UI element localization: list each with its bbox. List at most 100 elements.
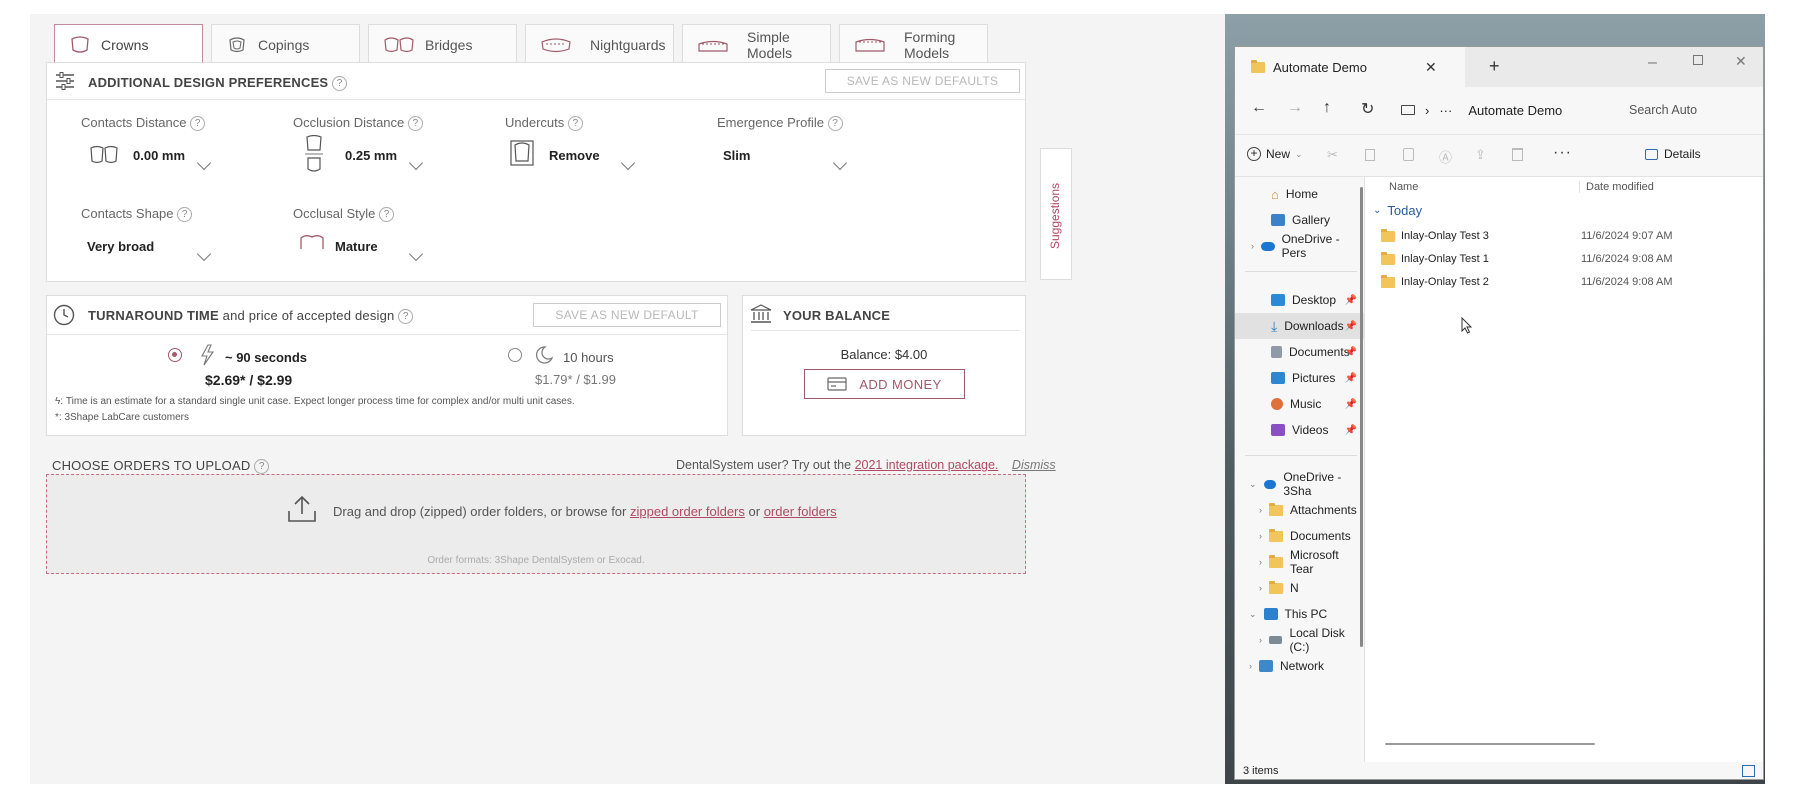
nav-desktop[interactable]: Desktop 📌 bbox=[1235, 287, 1365, 313]
contacts-distance-value[interactable]: 0.00 mm bbox=[133, 148, 185, 163]
suggestions-tab[interactable]: Suggestions bbox=[1040, 148, 1072, 280]
file-row[interactable]: Inlay-Onlay Test 2 11/6/2024 9:08 AM bbox=[1365, 271, 1763, 293]
tab-bridges[interactable]: Bridges bbox=[368, 24, 517, 64]
chevron-right-icon: › bbox=[1259, 505, 1262, 515]
info-icon[interactable]: ? bbox=[827, 116, 843, 132]
refresh-icon[interactable]: ↻ bbox=[1361, 99, 1374, 119]
close-window-icon[interactable]: ✕ bbox=[1735, 53, 1747, 70]
cut-icon[interactable]: ✂ bbox=[1327, 147, 1338, 163]
integration-link[interactable]: 2021 integration package. bbox=[855, 458, 999, 472]
pin-icon[interactable]: 📌 bbox=[1345, 321, 1357, 332]
tab-simple-models[interactable]: Simple Models bbox=[682, 24, 831, 64]
maximize-icon[interactable] bbox=[1693, 55, 1703, 65]
chevron-down-icon[interactable] bbox=[196, 246, 212, 262]
save-default-button[interactable]: SAVE AS NEW DEFAULT bbox=[533, 303, 721, 327]
info-icon[interactable]: ? bbox=[190, 116, 206, 132]
up-arrow-icon[interactable]: ↑ bbox=[1323, 99, 1331, 117]
file-date: 11/6/2024 9:08 AM bbox=[1581, 276, 1673, 288]
details-button[interactable]: Details bbox=[1645, 147, 1701, 161]
info-icon[interactable]: ? bbox=[379, 207, 394, 223]
ellipsis-icon[interactable]: ··· bbox=[1439, 103, 1452, 118]
copy-icon[interactable] bbox=[1365, 149, 1375, 161]
explorer-tab[interactable]: Automate Demo ✕ bbox=[1235, 47, 1465, 87]
breadcrumb[interactable]: › ··· Automate Demo bbox=[1395, 95, 1607, 125]
delete-icon[interactable] bbox=[1512, 148, 1523, 161]
pin-icon[interactable]: 📌 bbox=[1345, 347, 1357, 358]
pin-icon[interactable]: 📌 bbox=[1345, 373, 1357, 384]
nav-onedrive-personal[interactable]: › OneDrive - Pers bbox=[1235, 232, 1365, 260]
tab-label: Copings bbox=[258, 36, 310, 53]
details-view-icon[interactable] bbox=[1742, 765, 1755, 777]
forward-arrow-icon[interactable]: → bbox=[1287, 99, 1303, 117]
pin-icon[interactable]: 📌 bbox=[1345, 399, 1357, 410]
chevron-down-icon[interactable] bbox=[408, 246, 424, 262]
nav-n[interactable]: › N bbox=[1235, 575, 1365, 601]
new-tab-icon[interactable]: + bbox=[1489, 56, 1500, 77]
file-row[interactable]: Inlay-Onlay Test 1 11/6/2024 9:08 AM bbox=[1365, 248, 1763, 270]
folder-icon bbox=[1381, 274, 1395, 288]
contacts-shape-value[interactable]: Very broad bbox=[87, 239, 154, 254]
zipped-folders-link[interactable]: zipped order folders bbox=[630, 504, 745, 519]
chevron-down-icon[interactable] bbox=[196, 155, 212, 171]
tab-nightguards[interactable]: Nightguards bbox=[525, 24, 674, 64]
nav-pictures[interactable]: Pictures 📌 bbox=[1235, 365, 1365, 391]
nav-gallery[interactable]: Gallery bbox=[1235, 207, 1365, 233]
nav-network[interactable]: › Network bbox=[1235, 653, 1365, 679]
nav-attachments[interactable]: › Attachments bbox=[1235, 497, 1365, 523]
nav-scrollbar[interactable] bbox=[1360, 187, 1363, 647]
search-input[interactable]: Search Auto bbox=[1617, 95, 1763, 125]
nav-this-pc[interactable]: ⌄ This PC bbox=[1235, 601, 1365, 627]
rename-icon[interactable]: Ⓐ bbox=[1439, 147, 1452, 166]
column-header-date[interactable]: Date modified bbox=[1579, 181, 1759, 193]
nav-microsoft-teams[interactable]: › Microsoft Tear bbox=[1235, 548, 1365, 576]
tab-crowns[interactable]: Crowns bbox=[54, 24, 203, 64]
nav-downloads[interactable]: ⤓ Downloads 📌 bbox=[1235, 313, 1365, 339]
column-header-name[interactable]: Name bbox=[1389, 181, 1418, 193]
file-row[interactable]: Inlay-Onlay Test 3 11/6/2024 9:07 AM bbox=[1365, 225, 1763, 247]
chevron-down-icon[interactable] bbox=[832, 155, 848, 171]
dismiss-link[interactable]: Dismiss bbox=[1012, 458, 1056, 472]
add-money-button[interactable]: ADD MONEY bbox=[804, 369, 965, 399]
info-icon[interactable]: ? bbox=[567, 116, 583, 132]
nav-onedrive-3sha[interactable]: ⌄ OneDrive - 3Sha bbox=[1235, 470, 1365, 498]
group-header-today[interactable]: ⌄ Today bbox=[1373, 203, 1422, 218]
close-tab-icon[interactable]: ✕ bbox=[1425, 59, 1437, 76]
nav-local-disk[interactable]: › Local Disk (C:) bbox=[1235, 626, 1365, 654]
info-icon[interactable]: ? bbox=[398, 309, 414, 325]
nav-videos[interactable]: Videos 📌 bbox=[1235, 417, 1365, 443]
horizontal-scrollbar[interactable] bbox=[1385, 743, 1595, 745]
occlusion-distance-value[interactable]: 0.25 mm bbox=[345, 148, 397, 163]
chevron-down-icon[interactable] bbox=[408, 155, 424, 171]
occlusal-style-value[interactable]: Mature bbox=[335, 239, 378, 254]
nav-documents[interactable]: Documents 📌 bbox=[1235, 339, 1365, 365]
tab-copings[interactable]: Copings bbox=[211, 24, 360, 64]
chevron-down-icon[interactable] bbox=[620, 155, 636, 171]
share-icon[interactable]: ⇪ bbox=[1475, 147, 1486, 163]
undercuts-value[interactable]: Remove bbox=[549, 148, 600, 163]
breadcrumb-current[interactable]: Automate Demo bbox=[1468, 103, 1562, 118]
save-defaults-button[interactable]: SAVE AS NEW DEFAULTS bbox=[825, 69, 1020, 93]
minimize-icon[interactable]: – bbox=[1648, 54, 1657, 72]
more-options-icon[interactable]: ··· bbox=[1553, 144, 1572, 162]
info-icon[interactable]: ? bbox=[407, 116, 423, 132]
turnaround-title: TURNAROUND TIME and price of accepted de… bbox=[88, 308, 414, 325]
order-folders-link[interactable]: order folders bbox=[764, 504, 837, 519]
nav-music[interactable]: Music 📌 bbox=[1235, 391, 1365, 417]
info-icon[interactable]: ? bbox=[177, 207, 193, 223]
radio-slow[interactable] bbox=[508, 348, 522, 362]
upload-dropzone[interactable]: Drag and drop (zipped) order folders, or… bbox=[46, 474, 1026, 574]
tab-forming-models[interactable]: Forming Models bbox=[839, 24, 988, 64]
nav-documents-onedrive[interactable]: › Documents bbox=[1235, 523, 1365, 549]
info-icon[interactable]: ? bbox=[332, 76, 348, 92]
radio-fast[interactable] bbox=[168, 348, 182, 362]
paste-icon[interactable] bbox=[1403, 148, 1414, 161]
info-icon[interactable]: ? bbox=[254, 459, 270, 475]
emergence-profile-value[interactable]: Slim bbox=[723, 148, 750, 163]
pin-icon[interactable]: 📌 bbox=[1345, 295, 1357, 306]
nav-home[interactable]: ⌂ Home bbox=[1235, 181, 1365, 207]
back-arrow-icon[interactable]: ← bbox=[1251, 99, 1267, 117]
chevron-right-icon: › bbox=[1249, 661, 1252, 671]
nav-label: Home bbox=[1285, 187, 1318, 201]
pin-icon[interactable]: 📌 bbox=[1345, 425, 1357, 436]
new-button[interactable]: + New ⌄ bbox=[1247, 147, 1303, 161]
